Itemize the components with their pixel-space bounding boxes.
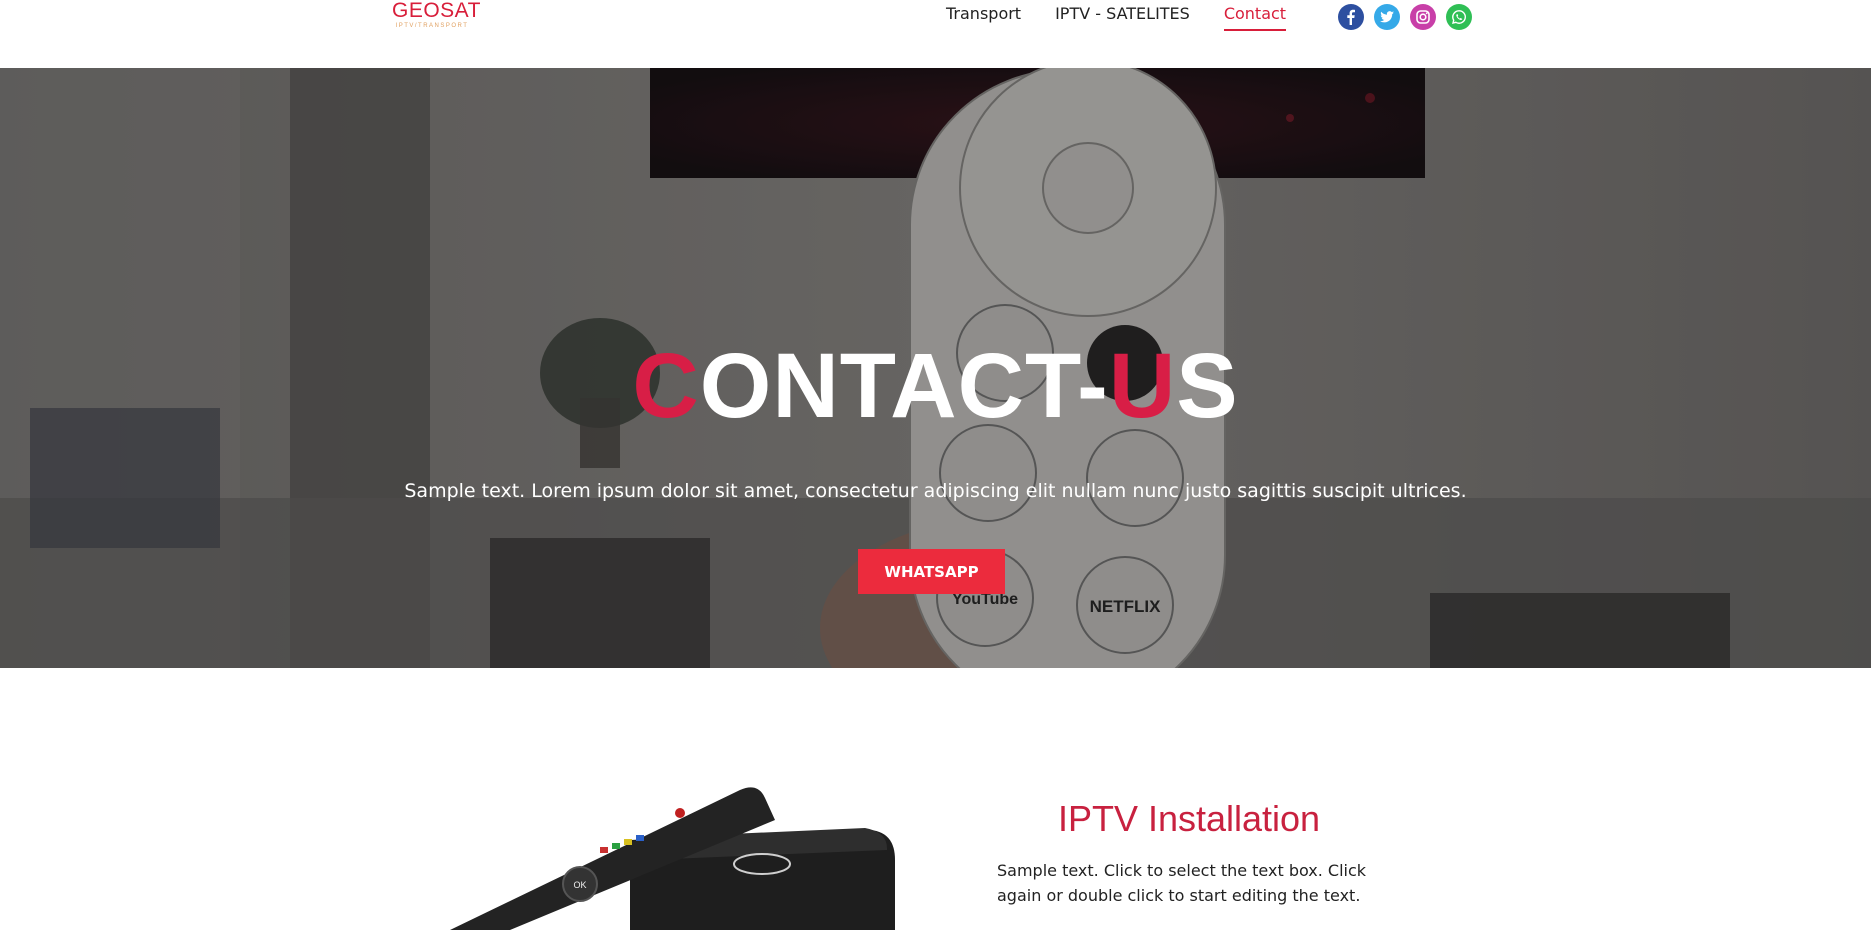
section-title: IPTV Installation bbox=[1057, 798, 1321, 839]
instagram-icon[interactable] bbox=[1410, 4, 1436, 30]
logo[interactable]: GEOSAT IPTV/TRANSPORT bbox=[392, 0, 481, 30]
hero-title: CONTACT-US bbox=[0, 340, 1871, 432]
main-nav: Transport IPTV - SATELITES Contact bbox=[946, 4, 1320, 31]
hero-title-accent: U bbox=[1108, 335, 1177, 437]
facebook-icon[interactable] bbox=[1338, 4, 1364, 30]
hero-subtitle: Sample text. Lorem ipsum dolor sit amet,… bbox=[404, 480, 1467, 502]
nav-item-iptv-satelites[interactable]: IPTV - SATELITES bbox=[1055, 4, 1190, 31]
site-header: GEOSAT IPTV/TRANSPORT Transport IPTV - S… bbox=[0, 0, 1871, 68]
whatsapp-icon[interactable] bbox=[1446, 4, 1472, 30]
nav-item-contact[interactable]: Contact bbox=[1223, 4, 1287, 31]
ok-button-label: OK bbox=[573, 880, 586, 890]
twitter-icon[interactable] bbox=[1374, 4, 1400, 30]
hero-title-middle: ONTACT- bbox=[699, 335, 1109, 437]
social-links bbox=[1338, 4, 1482, 30]
section-text: Sample text. Click to select the text bo… bbox=[997, 861, 1367, 905]
whatsapp-button[interactable]: WHATSAPP bbox=[858, 549, 1005, 594]
logo-subtitle: IPTV/TRANSPORT bbox=[395, 23, 469, 29]
hero-title-first-letter: C bbox=[632, 335, 700, 437]
nav-item-transport[interactable]: Transport bbox=[946, 4, 1021, 31]
hero-title-last: S bbox=[1176, 335, 1239, 437]
iptv-box-image: OK bbox=[450, 787, 895, 930]
logo-title: GEOSAT bbox=[392, 0, 481, 22]
hero-banner: NETFLIX YouTube CONTACT-US Sample text. … bbox=[0, 68, 1871, 668]
